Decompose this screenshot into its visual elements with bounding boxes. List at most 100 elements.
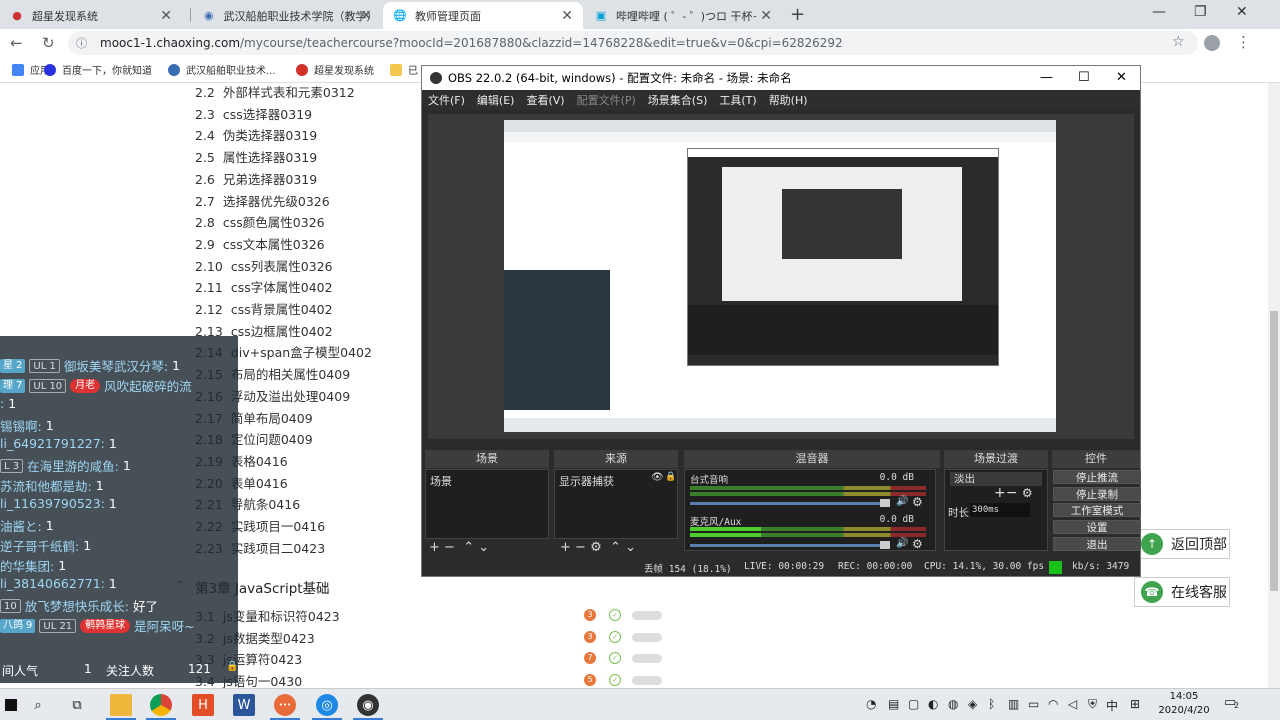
duration-input[interactable]: 300ms xyxy=(970,503,1030,517)
volume-knob[interactable] xyxy=(880,499,890,507)
stop-streaming-button[interactable]: 停止推流 xyxy=(1053,470,1141,484)
bookmark-folder[interactable]: 已 xyxy=(390,62,418,77)
volume-slider[interactable] xyxy=(690,502,890,505)
course-item[interactable]: 2.11 css字体属性0402 xyxy=(195,277,333,296)
maximize-icon[interactable]: ❐ xyxy=(1194,4,1207,20)
obs-titlebar[interactable]: OBS 22.0.2 (64-bit, windows) - 配置文件: 未命名… xyxy=(422,66,1140,90)
security-shield-icon[interactable]: ⛨ xyxy=(1088,697,1097,712)
move-up-icon[interactable]: ⌃ xyxy=(610,540,621,555)
close-window-icon[interactable]: ✕ xyxy=(1236,4,1248,20)
chrome-icon[interactable] xyxy=(150,694,172,716)
obs-taskbar-icon[interactable]: ◉ xyxy=(357,694,379,716)
browser-tab-4[interactable]: ▣ 哔哩哔哩 ( ゜- ゜)つロ 干杯~-bili ✕ xyxy=(584,2,782,29)
menu-dots-icon[interactable]: ⋮ xyxy=(1236,33,1251,51)
danmaku-username[interactable]: 逆子哥千纸鹤: xyxy=(0,536,79,555)
add-icon[interactable]: + xyxy=(994,485,1006,501)
reload-icon[interactable]: ↻ xyxy=(42,34,55,52)
stop-recording-button[interactable]: 停止录制 xyxy=(1053,487,1141,501)
tray-app-icon[interactable]: ◔ xyxy=(866,697,876,711)
bookmark-school[interactable]: 武汉船舶职业技术... xyxy=(168,62,276,77)
tray-app-icon[interactable]: ▥ xyxy=(1008,697,1019,711)
course-item[interactable]: 2.6 兄弟选择器0319 xyxy=(195,169,317,188)
chaoxing-app-icon[interactable]: ••• xyxy=(274,694,296,716)
tray-app-icon[interactable]: ◍ xyxy=(948,697,958,711)
bluetooth-icon[interactable]: ᛒ xyxy=(988,697,995,711)
course-item[interactable]: 2.9 css文本属性0326 xyxy=(195,234,325,253)
obs-maximize-icon[interactable]: ☐ xyxy=(1078,70,1090,85)
move-down-icon[interactable]: ⌄ xyxy=(625,540,636,555)
speaker-icon[interactable]: 🔊 xyxy=(896,538,908,549)
danmaku-username[interactable]: 的华集团: xyxy=(0,556,54,575)
scene-item[interactable]: 场景 xyxy=(430,473,452,489)
tray-app-icon[interactable]: ◈ xyxy=(968,697,977,711)
bookmark-star-icon[interactable]: ☆ xyxy=(1172,34,1185,50)
danmaku-username[interactable]: li_11639790523: xyxy=(0,496,105,511)
menu-edit[interactable]: 编辑(E) xyxy=(477,92,515,108)
new-tab-button[interactable]: + xyxy=(790,4,805,25)
course-item[interactable]: 2.4 伪类选择器0319 xyxy=(195,125,317,144)
menu-view[interactable]: 查看(V) xyxy=(526,92,564,108)
menu-file[interactable]: 文件(F) xyxy=(428,92,465,108)
tray-app-icon[interactable]: ◐ xyxy=(928,697,938,711)
course-item[interactable]: 2.5 属性选择器0319 xyxy=(195,147,317,166)
danmaku-username[interactable]: 放飞梦想快乐成长: xyxy=(25,596,129,615)
start-windows-icon[interactable] xyxy=(0,694,22,716)
info-icon[interactable]: ⓘ xyxy=(76,35,90,51)
settings-button[interactable]: 设置 xyxy=(1053,520,1141,534)
move-up-icon[interactable]: ⌃ xyxy=(463,540,474,555)
danmaku-username[interactable]: 在海里游的咸鱼: xyxy=(27,456,119,475)
menu-profile[interactable]: 配置文件(P) xyxy=(577,92,636,108)
online-service-button[interactable]: ☎ 在线客服 xyxy=(1134,577,1230,607)
gear-icon[interactable]: ⚙ xyxy=(590,540,602,555)
obs-close-icon[interactable]: ✕ xyxy=(1116,70,1127,85)
danmaku-username[interactable]: 苏流和他都是劫: xyxy=(0,476,92,495)
wifi-icon[interactable]: ◠ xyxy=(1048,697,1058,711)
bookmark-chaoxing[interactable]: 超星发现系统 xyxy=(296,62,374,77)
volume-slider[interactable] xyxy=(690,544,890,547)
danmaku-username[interactable]: 御坂美琴武汉分琴: xyxy=(64,356,168,375)
profile-avatar[interactable] xyxy=(1204,35,1220,51)
lock-icon[interactable]: 🔒 xyxy=(226,661,238,672)
browser-tab-2[interactable]: ◉ 武汉船舶职业技术学院（教学） ✕ xyxy=(192,2,382,29)
transition-select[interactable]: 淡出 xyxy=(950,472,1042,486)
ime-indicator[interactable]: 中 xyxy=(1106,697,1118,714)
tray-app-icon[interactable]: ▤ xyxy=(888,697,899,711)
app-circle-icon[interactable]: ◎ xyxy=(316,694,338,716)
course-item[interactable]: 2.2 外部样式表和元素0312 xyxy=(195,82,355,101)
gear-icon[interactable]: ⚙ xyxy=(912,537,923,551)
source-item[interactable]: 显示器捕获 xyxy=(559,473,614,489)
volume-icon[interactable]: ◁ xyxy=(1068,697,1077,711)
gear-icon[interactable]: ⚙ xyxy=(1022,486,1033,500)
menu-tools[interactable]: 工具(T) xyxy=(719,92,756,108)
word-icon[interactable]: W xyxy=(233,694,255,716)
menu-help[interactable]: 帮助(H) xyxy=(769,92,808,108)
danmaku-username[interactable]: 油酱と: xyxy=(0,516,42,535)
course-item[interactable]: 2.8 css颜色属性0326 xyxy=(195,212,325,231)
close-tab-icon[interactable]: ✕ xyxy=(760,8,772,24)
remove-icon[interactable]: − xyxy=(444,540,455,555)
close-tab-icon[interactable]: ✕ xyxy=(360,8,372,24)
obs-minimize-icon[interactable]: — xyxy=(1040,70,1053,85)
input-method-icon[interactable]: ⊞ xyxy=(1130,697,1140,711)
danmaku-username[interactable]: : xyxy=(0,396,4,411)
lock-icon[interactable]: 🔒 xyxy=(665,472,676,482)
search-icon[interactable]: ⌕ xyxy=(27,694,49,716)
scrollbar-thumb[interactable] xyxy=(1270,311,1278,591)
page-scrollbar[interactable] xyxy=(1268,83,1280,688)
add-icon[interactable]: + xyxy=(560,540,571,555)
obs-preview-canvas[interactable] xyxy=(504,120,1056,432)
danmaku-username[interactable]: 锡锡啊: xyxy=(0,416,42,435)
back-arrow-icon[interactable]: ← xyxy=(10,34,23,52)
gear-icon[interactable]: ⚙ xyxy=(912,495,923,509)
file-explorer-icon[interactable] xyxy=(110,694,132,716)
volume-knob[interactable] xyxy=(880,541,890,549)
minimize-icon[interactable]: — xyxy=(1152,4,1166,20)
course-item[interactable]: 2.7 选择器优先级0326 xyxy=(195,191,330,210)
remove-icon[interactable]: − xyxy=(1006,485,1018,501)
danmaku-username[interactable]: li_64921791227: xyxy=(0,436,105,451)
eye-icon[interactable]: 👁 xyxy=(651,472,664,483)
course-item[interactable]: 2.12 css背景属性0402 xyxy=(195,299,333,318)
course-item[interactable]: 2.3 css选择器0319 xyxy=(195,104,312,123)
tray-app-icon[interactable]: ▢ xyxy=(908,697,919,711)
remove-icon[interactable]: − xyxy=(575,540,586,555)
